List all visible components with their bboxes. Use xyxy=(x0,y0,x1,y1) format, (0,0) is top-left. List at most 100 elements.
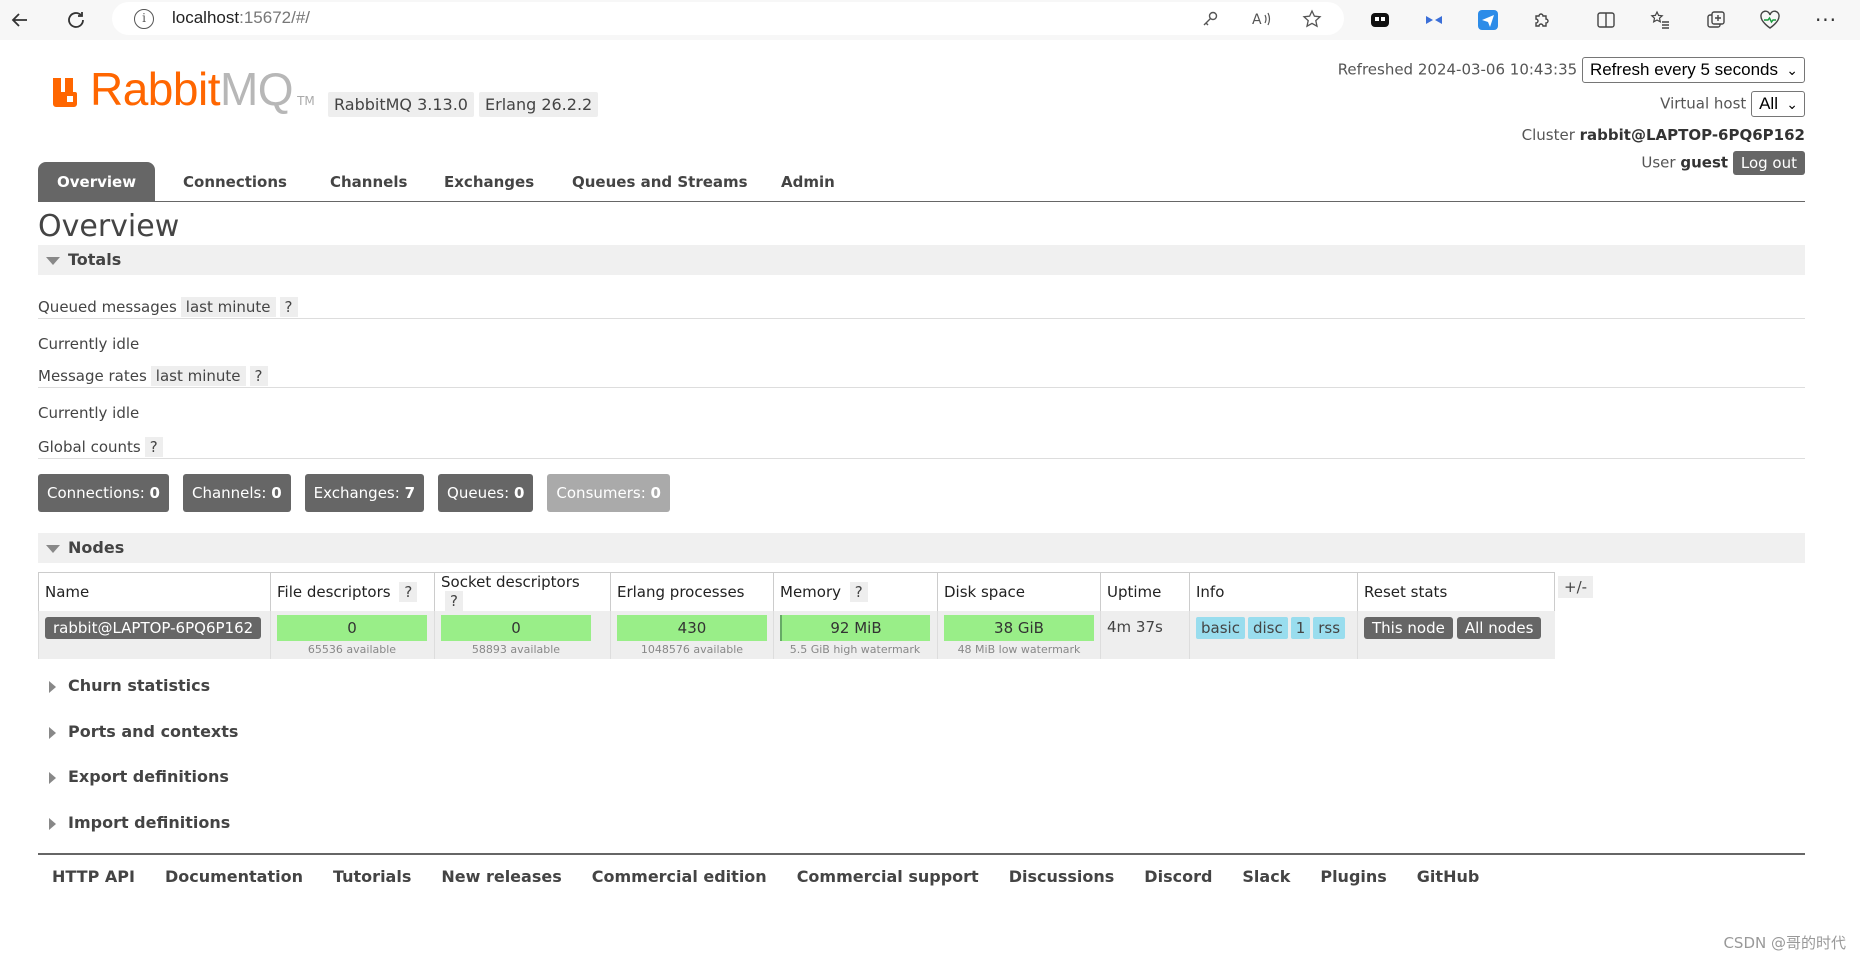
favorites-list-icon[interactable] xyxy=(1644,4,1676,36)
tab-connections[interactable]: Connections xyxy=(164,162,306,202)
vhost-select[interactable]: All ⌄ xyxy=(1751,91,1805,117)
col-reset-stats: Reset stats xyxy=(1357,572,1555,611)
main-nav-tabs: Overview Connections Channels Exchanges … xyxy=(38,162,1805,202)
exchanges-count-button[interactable]: Exchanges: 7 xyxy=(304,474,425,512)
churn-statistics-toggle[interactable]: Churn statistics xyxy=(38,673,210,699)
col-file-descriptors: File descriptors ? xyxy=(270,572,435,611)
global-counts-help-button[interactable]: ? xyxy=(144,437,163,457)
rates-status: Currently idle xyxy=(38,404,140,422)
footer-link-commercial-edition[interactable]: Commercial edition xyxy=(592,867,767,886)
divider xyxy=(38,458,1805,459)
queued-range-select[interactable]: last minute xyxy=(180,297,276,317)
tab-queues-and-streams[interactable]: Queues and Streams xyxy=(553,162,767,202)
file-descriptors-available: 65536 available xyxy=(307,643,397,656)
col-disk-space: Disk space xyxy=(937,572,1101,611)
expanded-triangle-icon xyxy=(46,257,60,265)
reload-button[interactable] xyxy=(60,4,92,36)
collapsed-triangle-icon xyxy=(49,727,56,739)
channels-count-button[interactable]: Channels: 0 xyxy=(182,474,291,512)
connections-count-button[interactable]: Connections: 0 xyxy=(38,474,169,512)
address-bar[interactable]: i localhost:15672/#/ A xyxy=(112,2,1344,35)
cluster-label: Cluster xyxy=(1521,126,1575,144)
footer-link-discord[interactable]: Discord xyxy=(1144,867,1212,886)
refresh-interval-select[interactable]: Refresh every 5 seconds ⌄ xyxy=(1581,57,1805,83)
footer-links: HTTP API Documentation Tutorials New rel… xyxy=(38,853,1805,886)
tab-channels[interactable]: Channels xyxy=(311,162,426,202)
disk-space-watermark: 48 MiB low watermark xyxy=(957,643,1081,656)
footer-link-discussions[interactable]: Discussions xyxy=(1009,867,1115,886)
site-info-icon[interactable]: i xyxy=(134,9,154,29)
erlang-version-badge: Erlang 26.2.2 xyxy=(479,92,599,117)
column-toggle-button[interactable]: +/- xyxy=(1558,576,1594,598)
tab-admin[interactable]: Admin xyxy=(762,162,854,202)
queued-messages-row: Queued messages last minute? xyxy=(38,297,298,317)
rates-help-button[interactable]: ? xyxy=(249,366,268,386)
footer-link-commercial-support[interactable]: Commercial support xyxy=(797,867,979,886)
extensions-puzzle-icon[interactable] xyxy=(1526,4,1558,36)
footer-link-tutorials[interactable]: Tutorials xyxy=(333,867,411,886)
read-aloud-icon[interactable]: A xyxy=(1250,8,1272,30)
trademark-mark: TM xyxy=(297,94,315,108)
queued-help-button[interactable]: ? xyxy=(279,297,298,317)
key-icon[interactable] xyxy=(1199,8,1221,30)
memory-help-button[interactable]: ? xyxy=(849,582,868,602)
erlang-processes-bar: 430 xyxy=(617,615,767,641)
footer-link-documentation[interactable]: Documentation xyxy=(165,867,303,886)
extension-bowtie-icon[interactable] xyxy=(1418,4,1450,36)
nodes-header-label: Nodes xyxy=(68,538,125,557)
totals-header-label: Totals xyxy=(68,250,122,269)
footer-link-github[interactable]: GitHub xyxy=(1417,867,1480,886)
nodes-section-toggle[interactable]: Nodes xyxy=(38,533,1805,563)
rabbitmq-logo[interactable]: RabbitMQ TM xyxy=(52,66,315,112)
refresh-row: Refreshed 2024-03-06 10:43:35 Refresh ev… xyxy=(1338,57,1805,83)
split-screen-icon[interactable] xyxy=(1590,4,1622,36)
tab-overview[interactable]: Overview xyxy=(38,162,156,202)
totals-section-toggle[interactable]: Totals xyxy=(38,245,1805,275)
footer-link-slack[interactable]: Slack xyxy=(1242,867,1290,886)
table-row: rabbit@LAPTOP-6PQ6P162 0 65536 available… xyxy=(38,611,1555,659)
rabbitmq-version-badge: RabbitMQ 3.13.0 xyxy=(328,92,474,117)
extension-dark-icon[interactable] xyxy=(1364,4,1396,36)
col-socket-descriptors: Socket descriptors ? xyxy=(434,572,611,611)
message-rates-row: Message rates last minute? xyxy=(38,366,268,386)
socket-descriptors-bar: 0 xyxy=(441,615,591,641)
queued-status: Currently idle xyxy=(38,335,140,353)
page-title: Overview xyxy=(38,209,180,244)
reset-all-nodes-button[interactable]: All nodes xyxy=(1456,617,1542,639)
rates-range-select[interactable]: last minute xyxy=(150,366,246,386)
reset-this-node-button[interactable]: This node xyxy=(1364,617,1453,639)
browser-health-icon[interactable] xyxy=(1754,4,1786,36)
uptime-value: 4m 37s xyxy=(1107,618,1163,636)
sd-help-button[interactable]: ? xyxy=(445,591,463,611)
collections-icon[interactable] xyxy=(1700,4,1732,36)
node-name-link[interactable]: rabbit@LAPTOP-6PQ6P162 xyxy=(45,617,262,639)
tab-exchanges[interactable]: Exchanges xyxy=(425,162,553,202)
back-button[interactable] xyxy=(4,4,36,36)
queues-count-button[interactable]: Queues: 0 xyxy=(438,474,534,512)
url-text[interactable]: localhost:15672/#/ xyxy=(172,8,310,28)
vhost-row: Virtual host All ⌄ xyxy=(1660,91,1805,117)
footer-link-new-releases[interactable]: New releases xyxy=(441,867,561,886)
import-definitions-toggle[interactable]: Import definitions xyxy=(38,810,230,836)
export-definitions-toggle[interactable]: Export definitions xyxy=(38,764,229,790)
more-options-icon[interactable]: ··· xyxy=(1810,4,1842,36)
expanded-triangle-icon xyxy=(46,545,60,553)
favorite-star-icon[interactable] xyxy=(1301,8,1323,30)
col-erlang-processes: Erlang processes xyxy=(610,572,774,611)
info-tag-disc: disc xyxy=(1247,617,1288,639)
rabbit-logo-icon xyxy=(52,76,86,112)
fd-help-button[interactable]: ? xyxy=(399,582,418,602)
reload-icon xyxy=(68,12,84,28)
footer-link-plugins[interactable]: Plugins xyxy=(1320,867,1386,886)
ports-and-contexts-toggle[interactable]: Ports and contexts xyxy=(38,719,238,745)
col-uptime: Uptime xyxy=(1100,572,1190,611)
footer-link-http-api[interactable]: HTTP API xyxy=(52,867,135,886)
collapsed-triangle-icon xyxy=(49,772,56,784)
file-descriptors-bar: 0 xyxy=(277,615,427,641)
consumers-count-button[interactable]: Consumers: 0 xyxy=(547,474,670,512)
chevron-down-icon: ⌄ xyxy=(1786,96,1798,112)
info-tag-basic: basic xyxy=(1196,617,1245,639)
nodes-table: Name File descriptors ? Socket descripto… xyxy=(38,572,1555,659)
extension-send-icon[interactable] xyxy=(1472,4,1504,36)
global-counts-row: Global counts? xyxy=(38,437,163,457)
